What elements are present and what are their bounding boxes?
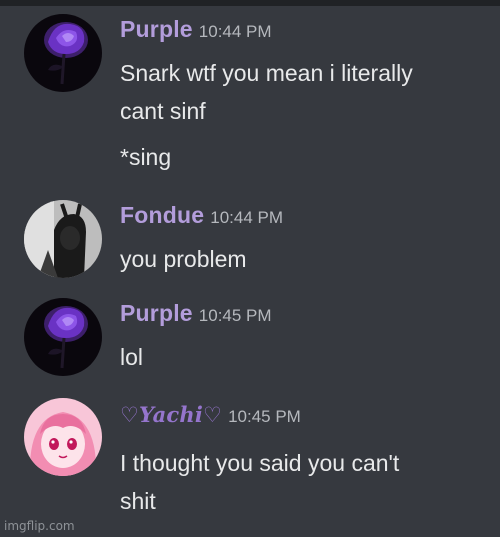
message-text: Snark wtf you mean i literally <box>120 60 413 86</box>
message-text: cant sinf <box>120 98 206 124</box>
message-username[interactable]: ♡Yachi♡ <box>120 402 222 427</box>
message-timestamp: 10:45 PM <box>198 306 272 325</box>
message-text: lol <box>120 344 144 370</box>
message-timestamp: 10:45 PM <box>228 407 301 426</box>
anime-girl-icon <box>24 398 102 476</box>
channel-top-bar <box>0 0 500 6</box>
message-username[interactable]: Purple <box>120 300 193 326</box>
message-username[interactable]: Fondue <box>120 202 204 228</box>
figure-icon <box>24 200 102 278</box>
message-text: you problem <box>120 246 247 272</box>
dark-figure-avatar[interactable] <box>24 200 102 278</box>
imgflip-watermark: imgflip.com <box>4 519 75 533</box>
purple-rose-avatar[interactable] <box>24 298 102 376</box>
purple-rose-avatar[interactable] <box>24 14 102 92</box>
rose-icon <box>24 298 102 376</box>
message-text: *sing <box>120 144 172 170</box>
message-timestamp: 10:44 PM <box>198 22 272 41</box>
message-text: I thought you said you can't <box>120 450 400 476</box>
message-text: shit <box>120 488 156 514</box>
rose-icon <box>24 14 102 92</box>
message-timestamp: 10:44 PM <box>210 208 284 227</box>
message-username[interactable]: Purple <box>120 16 193 42</box>
pink-anime-girl-avatar[interactable] <box>24 398 102 476</box>
